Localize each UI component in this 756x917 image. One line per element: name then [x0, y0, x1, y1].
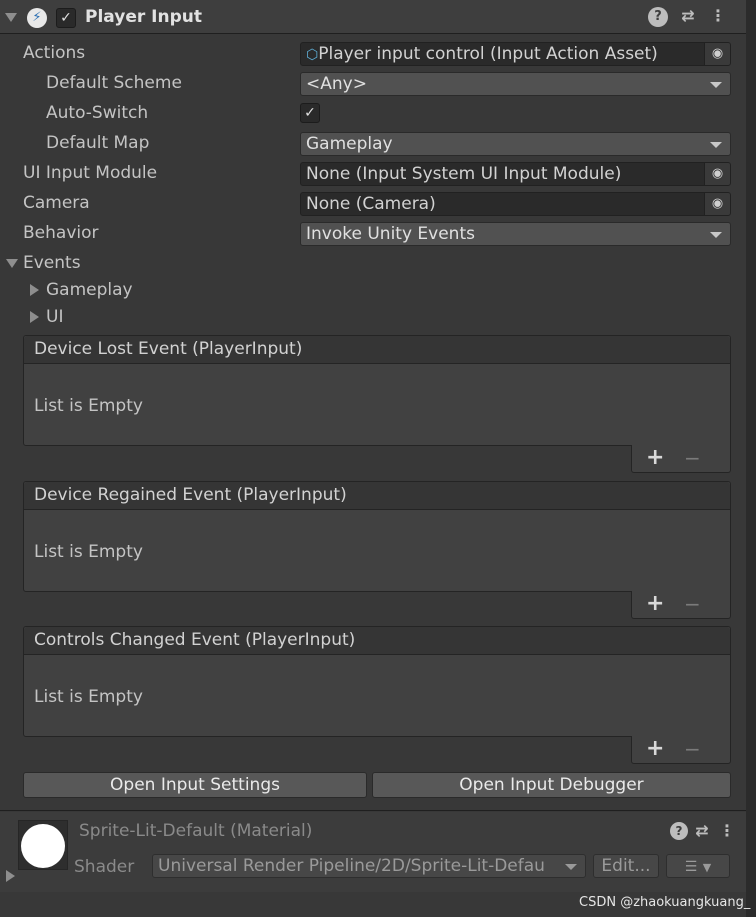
ui-input-module-field[interactable]: None (Input System UI Input Module) ◉	[300, 162, 731, 186]
component-enabled-checkbox[interactable]: ✓	[56, 8, 76, 28]
foldout-arrow-icon[interactable]	[5, 13, 17, 22]
object-picker-icon[interactable]: ◉	[704, 193, 730, 215]
kebab-menu-icon[interactable]: ⋮	[710, 6, 726, 25]
chevron-down-icon	[710, 142, 722, 148]
material-section: Sprite-Lit-Default (Material) ? ⇄ ⋮ Shad…	[0, 812, 746, 892]
event-header: Controls Changed Event (PlayerInput)	[24, 627, 730, 655]
material-foldout-icon[interactable]	[6, 870, 15, 882]
behavior-label: Behavior	[23, 223, 99, 243]
add-item-button[interactable]: +	[646, 736, 664, 761]
presets-icon[interactable]: ⇄	[678, 6, 698, 25]
material-sphere-icon	[21, 824, 65, 868]
player-input-icon: ⚡	[27, 8, 47, 28]
actions-label: Actions	[23, 43, 86, 63]
remove-item-button[interactable]: −	[684, 446, 701, 470]
material-title: Sprite-Lit-Default (Material)	[79, 821, 313, 841]
component-title: Player Input	[85, 7, 202, 27]
camera-field[interactable]: None (Camera) ◉	[300, 192, 731, 216]
object-picker-icon[interactable]: ◉	[704, 163, 730, 185]
events-label[interactable]: Events	[23, 253, 81, 273]
camera-value: None (Camera)	[306, 194, 436, 214]
device-regained-event-box: Device Regained Event (PlayerInput) List…	[23, 481, 731, 592]
chevron-down-icon: ▼	[702, 861, 712, 874]
events-group-gameplay[interactable]: Gameplay	[46, 280, 133, 300]
input-action-asset-icon: ⬡	[306, 47, 319, 63]
material-preview[interactable]	[18, 820, 68, 870]
shader-label: Shader	[74, 857, 135, 877]
actions-field[interactable]: ⬡Player input control (Input Action Asse…	[300, 42, 731, 66]
default-scheme-label: Default Scheme	[46, 73, 182, 93]
events-group-ui[interactable]: UI	[46, 307, 63, 327]
chevron-down-icon	[710, 232, 722, 238]
open-input-settings-button[interactable]: Open Input Settings	[23, 772, 367, 798]
device-lost-event-box: Device Lost Event (PlayerInput) List is …	[23, 335, 731, 446]
kebab-menu-icon[interactable]: ⋮	[719, 821, 735, 840]
list-add-remove: + −	[631, 591, 731, 619]
default-map-label: Default Map	[46, 133, 150, 153]
shader-value: Universal Render Pipeline/2D/Sprite-Lit-…	[158, 856, 545, 876]
camera-label: Camera	[23, 193, 90, 213]
default-scheme-dropdown[interactable]: <Any>	[300, 72, 731, 96]
gameplay-foldout-icon[interactable]	[30, 284, 39, 296]
scrollbar[interactable]	[746, 0, 756, 917]
component-header[interactable]: ⚡ ✓ Player Input ? ⇄ ⋮	[0, 0, 746, 34]
add-item-button[interactable]: +	[646, 591, 664, 616]
list-empty-text: List is Empty	[34, 687, 143, 707]
edit-shader-button[interactable]: Edit...	[593, 854, 659, 878]
auto-switch-label: Auto-Switch	[46, 103, 149, 123]
ui-input-module-label: UI Input Module	[23, 163, 158, 183]
remove-item-button[interactable]: −	[684, 737, 701, 761]
behavior-value: Invoke Unity Events	[306, 224, 475, 244]
presets-icon[interactable]: ⇄	[693, 821, 711, 840]
behavior-dropdown[interactable]: Invoke Unity Events	[300, 222, 731, 246]
object-picker-icon[interactable]: ◉	[704, 43, 730, 65]
event-header: Device Regained Event (PlayerInput)	[24, 482, 730, 510]
events-foldout-icon[interactable]	[6, 259, 18, 268]
chevron-down-icon	[565, 864, 577, 870]
list-icon: ☰	[684, 859, 698, 875]
list-add-remove: + −	[631, 445, 731, 473]
default-scheme-value: <Any>	[306, 74, 367, 94]
event-header: Device Lost Event (PlayerInput)	[24, 336, 730, 364]
add-item-button[interactable]: +	[646, 445, 664, 470]
controls-changed-event-box: Controls Changed Event (PlayerInput) Lis…	[23, 626, 731, 737]
default-map-dropdown[interactable]: Gameplay	[300, 132, 731, 156]
list-empty-text: List is Empty	[34, 396, 143, 416]
auto-switch-checkbox[interactable]: ✓	[300, 103, 320, 123]
shader-options-dropdown[interactable]: ☰ ▼	[666, 854, 730, 878]
help-icon[interactable]: ?	[670, 822, 688, 840]
help-icon[interactable]: ?	[648, 7, 668, 27]
ui-input-module-value: None (Input System UI Input Module)	[306, 164, 622, 184]
list-add-remove: + −	[631, 736, 731, 764]
ui-foldout-icon[interactable]	[30, 311, 39, 323]
divider	[0, 810, 746, 811]
chevron-down-icon	[710, 82, 722, 88]
list-empty-text: List is Empty	[34, 542, 143, 562]
default-map-value: Gameplay	[306, 134, 393, 154]
actions-value: Player input control (Input Action Asset…	[318, 44, 658, 64]
open-input-debugger-button[interactable]: Open Input Debugger	[372, 772, 731, 798]
watermark: CSDN @zhaokuangkuang_	[579, 895, 751, 910]
remove-item-button[interactable]: −	[684, 592, 701, 616]
shader-dropdown[interactable]: Universal Render Pipeline/2D/Sprite-Lit-…	[152, 854, 586, 878]
